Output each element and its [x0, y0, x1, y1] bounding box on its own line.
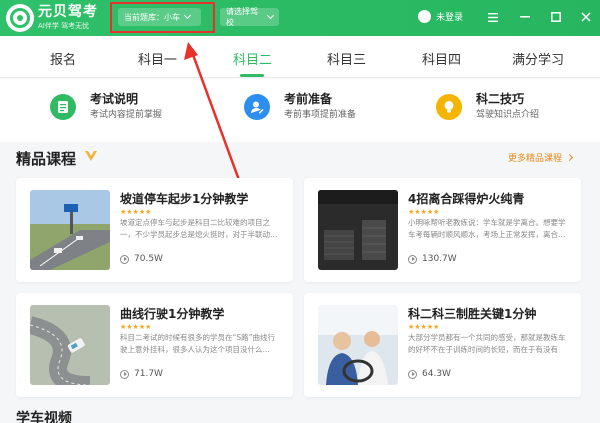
tab-subject-two[interactable]: 科目二: [233, 49, 272, 68]
login-button[interactable]: 未登录: [418, 10, 463, 23]
course-title: 坡道停车起步1分钟教学: [120, 192, 249, 206]
feature-title: 考试说明: [90, 92, 139, 106]
course-description: 科目二考试的时候有很多的学员在“S路”曲线行驶上意外挂科，很多人认为这个项目没什…: [120, 333, 276, 354]
course-card[interactable]: 曲线行驶1分钟教学 ★★★★★ 科目二考试的时候有很多的学员在“S路”曲线行驶上…: [16, 293, 293, 397]
feature-title: 考前准备: [284, 92, 333, 106]
user-status: 未登录: [436, 13, 464, 23]
course-card[interactable]: 4招离合踩得炉火纯青 ★★★★★ 小明咏帮听老教练说：学车就是学离合。想要学车考…: [304, 178, 581, 282]
rating-stars: ★★★★★: [120, 323, 152, 331]
view-count-value: 64.3W: [422, 369, 451, 379]
tab-subject-one[interactable]: 科目一: [138, 49, 177, 68]
view-count: 71.7W: [120, 369, 163, 379]
course-card[interactable]: 坡道停车起步1分钟教学 ★★★★★ 坡道定点停车与起步是科目二比较难的项目之一，…: [16, 178, 293, 282]
rating-stars: ★★★★★: [408, 323, 440, 331]
annotation-highlight-box: [110, 2, 215, 33]
feature-subtitle: 考试内容提前掌握: [90, 110, 163, 120]
course-description: 小明咏帮听老教练说：学车就是学离合。想要学车考每辆时顺风顺水，考场上正常发挥，离…: [408, 218, 566, 239]
active-tab-indicator: [240, 74, 264, 77]
document-icon: [50, 93, 76, 120]
brand: 元贝驾考 AI伴学 驾考无忧: [38, 3, 98, 31]
view-count: 70.5W: [120, 254, 163, 264]
more-courses-link[interactable]: 更多精品课程: [508, 151, 574, 164]
play-icon: [120, 254, 129, 264]
app-logo: [6, 4, 34, 32]
minimize-icon[interactable]: [518, 10, 532, 24]
course-card[interactable]: 科二科三制胜关键1分钟 ★★★★★ 大部分学员都有一个共同的感受，那就是教练车的…: [304, 293, 581, 397]
feature-exam-info[interactable]: 考试说明 考试内容提前掌握: [50, 91, 162, 122]
rating-stars: ★★★★★: [408, 208, 440, 216]
course-description: 大部分学员都有一个共同的感受，那就是教练车的好坏不在于训练时间的长短，而在于有没…: [408, 333, 566, 354]
course-thumbnail: [318, 190, 398, 270]
more-courses-label: 更多精品课程: [508, 154, 563, 164]
rating-stars: ★★★★★: [120, 208, 152, 216]
play-icon: [120, 369, 129, 379]
title-bar: 元贝驾考 AI伴学 驾考无忧 当前题库：小车 请选择驾校 未登录: [0, 0, 600, 36]
menu-icon[interactable]: [486, 10, 500, 24]
view-count-value: 130.7W: [422, 254, 457, 264]
view-count-value: 71.7W: [134, 369, 163, 379]
section-title-videos: 学车视频: [16, 411, 72, 423]
tab-subject-four[interactable]: 科目四: [422, 49, 461, 68]
maximize-icon[interactable]: [549, 10, 563, 24]
user-edit-icon: [244, 93, 270, 120]
school-select-dropdown[interactable]: 请选择驾校: [220, 7, 279, 27]
app-name: 元贝驾考: [38, 4, 98, 20]
view-count-value: 70.5W: [134, 254, 163, 264]
tab-signup[interactable]: 报名: [50, 49, 76, 68]
chevron-right-icon: [565, 153, 574, 162]
course-title: 曲线行驶1分钟教学: [120, 307, 225, 321]
feature-title: 科二技巧: [476, 92, 525, 106]
app-tagline: AI伴学 驾考无忧: [38, 22, 90, 30]
section-title: 精品课程: [16, 150, 77, 168]
close-icon[interactable]: [579, 10, 593, 24]
tab-subject-three[interactable]: 科目三: [327, 49, 366, 68]
lightbulb-icon: [436, 93, 462, 120]
chevron-down-icon: [267, 12, 275, 19]
play-icon: [408, 369, 417, 379]
feature-tips[interactable]: 科二技巧 驾驶知识点介绍: [436, 91, 539, 122]
vip-crown-icon: [85, 151, 97, 161]
tab-full-score[interactable]: 满分学习: [512, 49, 564, 68]
course-description: 坡道定点停车与起步是科目二比较难的项目之一，不少学员起步总是熄火挺时，对于半联动…: [120, 218, 278, 239]
play-icon: [408, 254, 417, 264]
avatar-icon: [418, 10, 431, 23]
subject-nav: 报名 科目一 科目二 科目三 科目四 满分学习: [0, 36, 600, 78]
feature-row: 考试说明 考试内容提前掌握 考前准备 考前事项提前准备 科二技巧 驾驶知识点介绍: [0, 79, 600, 142]
course-thumbnail: [30, 305, 110, 385]
feature-exam-prep[interactable]: 考前准备 考前事项提前准备: [244, 91, 356, 122]
course-thumbnail: [318, 305, 398, 385]
feature-subtitle: 驾驶知识点介绍: [476, 110, 540, 120]
course-title: 4招离合踩得炉火纯青: [408, 192, 525, 206]
school-select-label: 请选择驾校: [226, 7, 258, 27]
view-count: 130.7W: [408, 254, 457, 264]
view-count: 64.3W: [408, 369, 451, 379]
feature-subtitle: 考前事项提前准备: [284, 110, 357, 120]
course-title: 科二科三制胜关键1分钟: [408, 307, 537, 321]
course-thumbnail: [30, 190, 110, 270]
